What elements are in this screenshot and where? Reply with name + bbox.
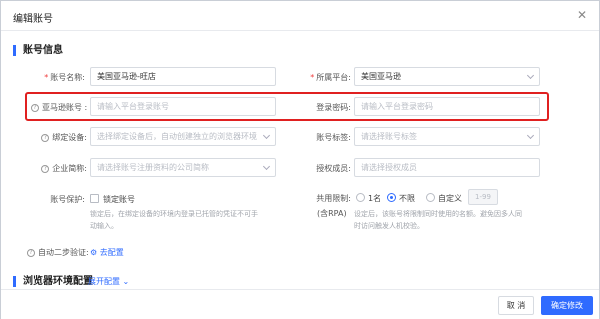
section-title-account-info: 账号信息 — [13, 45, 63, 56]
settings-icon: ⚙ — [90, 248, 100, 257]
login-password-input[interactable]: 请输入平台登录密码 — [354, 97, 540, 116]
shared-limit-hint-2: 时访问触发人机校验。 — [354, 222, 424, 230]
cancel-button[interactable]: 取 消 — [498, 296, 534, 315]
account-protect-hint-1: 锁定后，在绑定设备的环境内登录已托管的凭证不可手 — [90, 210, 258, 218]
close-icon[interactable]: ✕ — [575, 8, 589, 22]
amazon-account-label: ? 亚马逊账号 : — [31, 102, 87, 113]
help-icon: ? — [41, 164, 50, 173]
company-label: ? 企业简称: — [31, 163, 87, 174]
chevron-down-icon — [526, 131, 535, 140]
edit-account-dialog: 编辑账号 ✕ 账号信息 * 账号名称: 美国亚马逊-旺店 * 所属平台: 美国亚马逊… — [0, 0, 600, 319]
chevron-down-icon: ⌄ — [120, 277, 130, 286]
section-title-browser-env: 浏览器环境配置 — [13, 276, 93, 287]
help-icon: ? — [41, 133, 50, 142]
account-protect-hint-2: 动输入。 — [90, 222, 118, 230]
shared-limit-hint-1: 设定后，该账号将限制同时使用的名额。避免因多人同 — [354, 210, 522, 218]
limit-radio-one-label: 1名 — [368, 194, 382, 203]
limit-radio-custom[interactable] — [426, 193, 435, 202]
dialog-header: 编辑账号 ✕ — [1, 1, 599, 31]
lock-account-label: 锁定账号 — [103, 195, 135, 204]
account-tags-select[interactable]: 请选择账号标签 — [354, 127, 540, 146]
limit-radio-unlimited[interactable] — [387, 193, 396, 202]
limit-radio-unlimited-label: 不限 — [399, 194, 415, 203]
limit-radio-one[interactable] — [356, 193, 365, 202]
authorized-members-select[interactable]: 请选择授权成员 — [354, 158, 540, 177]
chevron-down-icon — [262, 131, 271, 140]
chevron-down-icon — [262, 162, 271, 171]
platform-select[interactable]: 美国亚马逊 — [354, 67, 540, 86]
confirm-button[interactable]: 确定修改 — [541, 296, 593, 315]
dialog-title: 编辑账号 — [13, 14, 53, 25]
expand-config-link[interactable]: 展开配置 ⌄ — [88, 276, 129, 287]
shared-limit-sublabel: (含RPA) — [317, 209, 347, 218]
company-select[interactable]: 请选择账号注册资料的公司简称 — [90, 158, 276, 177]
account-name-input[interactable]: 美国亚马逊-旺店 — [90, 67, 276, 86]
lock-account-checkbox[interactable] — [90, 194, 99, 203]
account-protect-label: 账号保护: — [50, 195, 85, 204]
platform-label: * 所属平台: — [310, 73, 351, 82]
chevron-down-icon — [526, 71, 535, 80]
bind-device-select[interactable]: 选择绑定设备后，自动创建独立的浏览器环境 — [90, 127, 276, 146]
help-icon: ? — [27, 248, 35, 257]
shared-limit-label: 共用限制: — [316, 194, 351, 203]
account-name-label: * 账号名称: — [44, 73, 85, 82]
authorized-members-label: 授权成员: — [316, 164, 351, 173]
dialog-footer: 取 消 确定修改 — [1, 289, 599, 319]
two-step-config-link[interactable]: ⚙ 去配置 — [90, 247, 124, 258]
help-icon: ? — [31, 103, 39, 112]
custom-limit-input[interactable]: 1-99 — [468, 189, 498, 205]
two-step-label: ? 自动二步验证: — [27, 247, 89, 258]
amazon-account-input[interactable]: 请输入平台登录账号 — [90, 97, 276, 116]
limit-radio-custom-label: 自定义 — [438, 194, 462, 203]
account-tags-label: 账号标签: — [316, 133, 351, 142]
bind-device-label: ? 绑定设备: — [31, 132, 87, 143]
login-password-label: 登录密码: — [316, 103, 351, 112]
